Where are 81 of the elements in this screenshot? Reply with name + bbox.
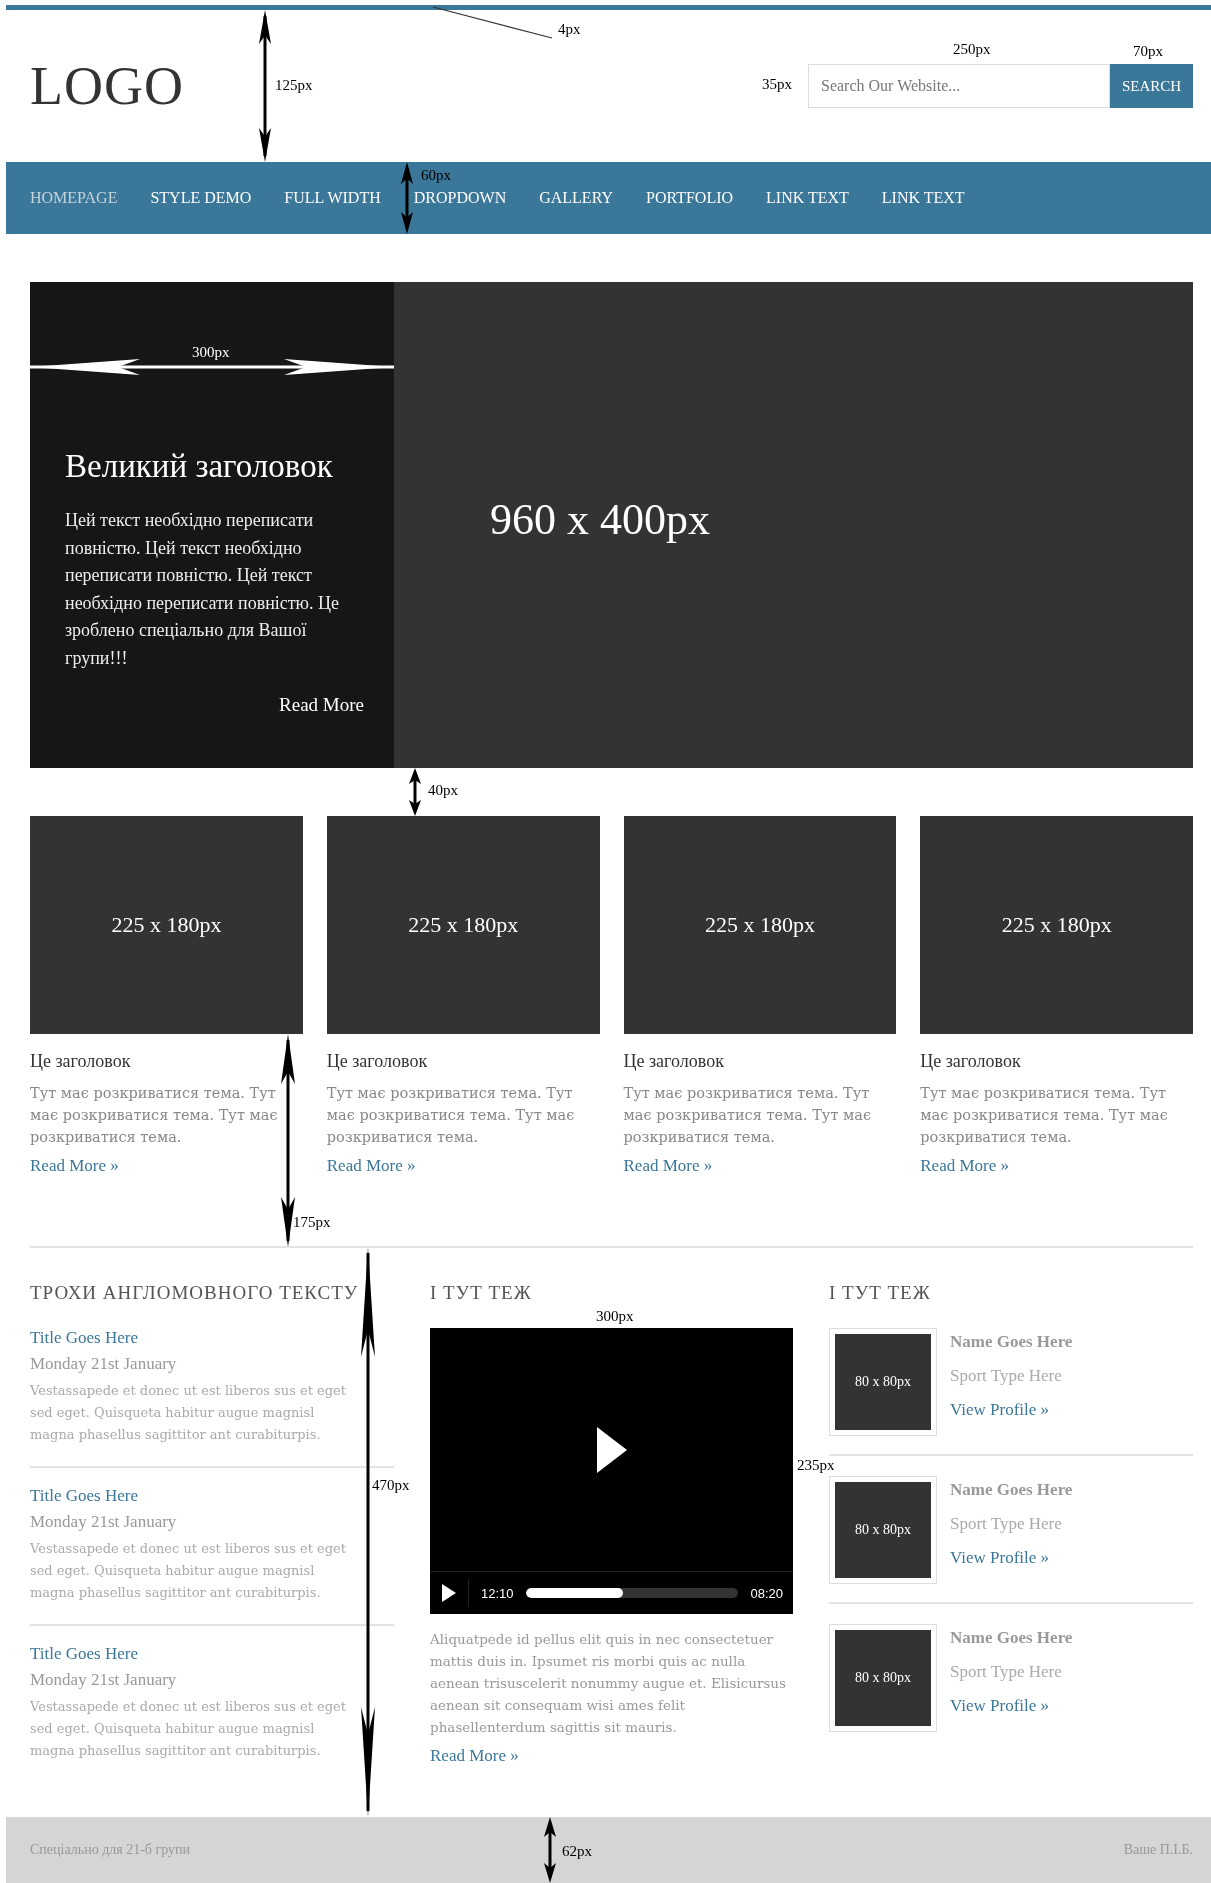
card-title: Це заголовок bbox=[623, 1051, 725, 1072]
read-more-link[interactable]: Read More bbox=[279, 694, 364, 716]
search-field[interactable]: Search Our Website... bbox=[808, 64, 1110, 108]
dimension-label: 60px bbox=[421, 168, 451, 183]
dimension-arrow bbox=[409, 768, 421, 816]
card-text: Тут має розкриватися тема. Тут має розкриватися тема. Тут має розкриватися тема. bbox=[326, 1084, 576, 1147]
profile-name: Name Goes Here bbox=[950, 1480, 1073, 1500]
footer-text: Спеціально для 21-б групи bbox=[30, 1842, 190, 1858]
nav-item[interactable]: PORTFOLIO bbox=[646, 189, 734, 207]
post-date: Monday 21st January bbox=[30, 1354, 177, 1374]
nav-item[interactable]: HOMEPAGE bbox=[30, 189, 118, 207]
card-title: Це заголовок bbox=[920, 1051, 1022, 1072]
play-icon[interactable] bbox=[596, 1426, 627, 1473]
read-more-link[interactable]: Read More » bbox=[920, 1156, 1009, 1176]
nav-item[interactable]: STYLE DEMO bbox=[150, 189, 252, 207]
elapsed-time: 12:10 bbox=[481, 1585, 514, 1601]
dimension-label: 300px bbox=[596, 1309, 634, 1324]
card-text: Тут має розкриватися тема. Тут має розкриватися тема. Тут має розкриватися тема. bbox=[623, 1084, 873, 1147]
post-text: Vestassapede et donec ut est liberos sus et eget sed eget. Quisqueta habitur augue magnisl magna phasellus sagittitor ant curabiturpis. bbox=[30, 1382, 347, 1444]
nav-item[interactable]: GALLERY bbox=[539, 189, 613, 207]
card-title: Це заголовок bbox=[326, 1051, 429, 1072]
size-label: 225 x 180px bbox=[704, 912, 815, 938]
dimension-label: 62px bbox=[562, 1844, 592, 1859]
post-date: Monday 21st January bbox=[30, 1512, 177, 1532]
post-text: Vestassapede et donec ut est liberos sus et eget sed eget. Quisqueta habitur augue magnisl magna phasellus sagittitor ant curabiturpis. bbox=[30, 1698, 347, 1760]
dimension-label: 470px bbox=[372, 1478, 410, 1493]
view-profile-link[interactable]: View Profile » bbox=[950, 1400, 1050, 1420]
footer-text: Ваше П.І.Б. bbox=[1123, 1842, 1193, 1858]
size-label: 225 x 180px bbox=[1001, 912, 1112, 938]
size-label: 960 x 400px bbox=[490, 495, 710, 544]
read-more-link[interactable]: Read More » bbox=[430, 1746, 519, 1766]
dimension-arrow bbox=[401, 162, 413, 234]
read-more-link[interactable]: Read More » bbox=[623, 1156, 713, 1176]
profile-name: Name Goes Here bbox=[950, 1332, 1073, 1352]
dimension-label: 300px bbox=[192, 345, 230, 360]
post-text: Vestassapede et donec ut est liberos sus et eget sed eget. Quisqueta habitur augue magnisl magna phasellus sagittitor ant curabiturpis. bbox=[30, 1540, 347, 1602]
nav-item[interactable]: FULL WIDTH bbox=[284, 189, 381, 207]
size-label: 225 x 180px bbox=[408, 912, 519, 938]
nav-item[interactable]: DROPDOWN bbox=[413, 189, 507, 207]
dimension-label: 125px bbox=[275, 78, 313, 93]
section-heading: І ТУТ ТЕЖ bbox=[829, 1282, 931, 1304]
card-text: Тут має розкриватися тема. Тут має розкриватися тема. Тут має розкриватися тема. bbox=[30, 1084, 279, 1147]
size-label: 225 x 180px bbox=[111, 912, 222, 938]
section-heading: І ТУТ ТЕЖ bbox=[430, 1282, 532, 1304]
view-profile-link[interactable]: View Profile » bbox=[950, 1548, 1050, 1568]
dimension-label: 250px bbox=[953, 42, 991, 57]
play-icon[interactable] bbox=[442, 1584, 456, 1602]
nav-item[interactable]: LINK TEXT bbox=[881, 189, 965, 207]
dimension-arrow bbox=[544, 1817, 556, 1883]
size-label: 80 x 80px bbox=[855, 1670, 911, 1686]
post-title-link[interactable]: Title Goes Here bbox=[30, 1644, 138, 1664]
card-title: Це заголовок bbox=[30, 1051, 132, 1072]
size-label: 80 x 80px bbox=[855, 1374, 911, 1390]
size-label: 80 x 80px bbox=[855, 1522, 911, 1538]
dimension-label: 235px bbox=[797, 1458, 835, 1473]
nav-item[interactable]: LINK TEXT bbox=[766, 189, 849, 207]
video-description: Aliquatpede id pellus elit quis in nec consectetuer mattis duis in. Ipsumet ris morbi quis ac nulla aenean trisuscelerit nonummy augue et. Elisicursus aenean sit consequam wisi ames felit phasellenterdum sagittis sit mauris. bbox=[430, 1630, 787, 1737]
profile-name: Name Goes Here bbox=[950, 1628, 1073, 1648]
card-text: Тут має розкриватися тема. Тут має розкриватися тема. Тут має розкриватися тема. bbox=[920, 1084, 1169, 1147]
read-more-link[interactable]: Read More » bbox=[30, 1156, 119, 1176]
view-profile-link[interactable]: View Profile » bbox=[950, 1696, 1050, 1716]
post-title-link[interactable]: Title Goes Here bbox=[30, 1328, 138, 1348]
sport-type: Sport Type Here bbox=[950, 1514, 1062, 1534]
sport-type: Sport Type Here bbox=[950, 1662, 1062, 1682]
hero-title: Великий заголовок bbox=[65, 448, 334, 485]
logo[interactable]: LOGO bbox=[30, 55, 184, 117]
search-button[interactable]: SEARCH bbox=[1110, 64, 1193, 108]
video-player[interactable]: 12:10 08:20 bbox=[430, 1328, 793, 1614]
dimension-label: 35px bbox=[762, 77, 792, 92]
dimension-label: 4px bbox=[558, 22, 581, 37]
dimension-label: 175px bbox=[293, 1215, 331, 1230]
sport-type: Sport Type Here bbox=[950, 1366, 1062, 1386]
hero-text: Цей текст необхідно переписати повністю. Цей текст необхідно переписати повністю. Цей текст необхідно переписати повністю. Це зроблено спеціально для Вашої групи!!! bbox=[65, 509, 341, 670]
dimension-label: 40px bbox=[428, 783, 458, 798]
duration-time: 08:20 bbox=[750, 1585, 783, 1601]
dimension-label: 70px bbox=[1133, 44, 1163, 59]
section-heading: ТРОХИ АНГЛОМОВНОГО ТЕКСТУ bbox=[30, 1282, 359, 1304]
post-date: Monday 21st January bbox=[30, 1670, 177, 1690]
progress-track[interactable] bbox=[525, 1588, 739, 1598]
read-more-link[interactable]: Read More » bbox=[326, 1156, 416, 1176]
post-title-link[interactable]: Title Goes Here bbox=[30, 1486, 138, 1506]
